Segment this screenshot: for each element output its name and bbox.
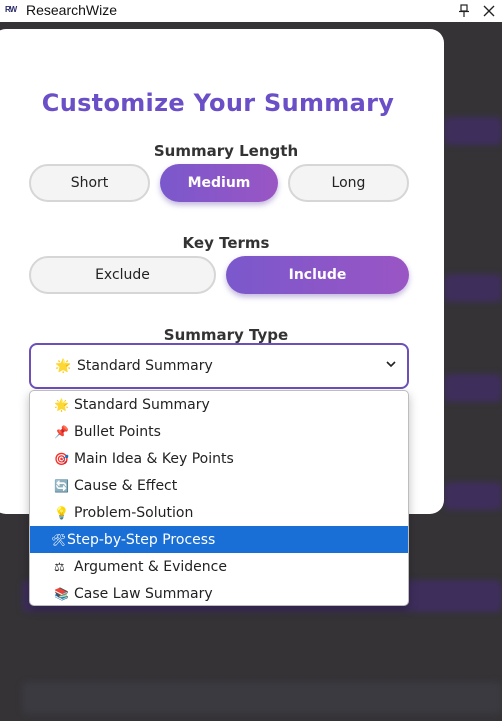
scales-icon: ⚖ <box>54 559 65 574</box>
cycle-icon: 🔄 <box>54 478 69 493</box>
close-icon <box>483 5 495 17</box>
summary-type-select[interactable]: 🌟 Standard Summary <box>29 343 409 389</box>
option-label: Step-by-Step Process <box>67 531 216 548</box>
option-label: Argument & Evidence <box>74 558 227 575</box>
app-logo-icon: RW <box>5 5 17 14</box>
key-terms-include-button[interactable]: Include <box>226 256 409 294</box>
option-argument-evidence[interactable]: ⚖ Argument & Evidence <box>30 553 408 580</box>
option-label: Case Law Summary <box>74 585 213 602</box>
length-medium-button[interactable]: Medium <box>160 164 278 202</box>
blurred-bar <box>22 682 502 714</box>
tools-icon: 🛠 <box>51 532 67 547</box>
star-icon: 🌟 <box>55 358 72 374</box>
option-label: Problem-Solution <box>74 504 194 521</box>
key-terms-exclude-button[interactable]: Exclude <box>29 256 216 294</box>
lightbulb-icon: 💡 <box>54 505 69 520</box>
key-terms-label: Key Terms <box>182 234 270 252</box>
modal-title: Customize Your Summary <box>41 89 395 117</box>
option-label: Bullet Points <box>74 423 161 440</box>
pin-button[interactable] <box>451 0 477 22</box>
option-label: Main Idea & Key Points <box>74 450 234 467</box>
option-main-idea[interactable]: 🎯 Main Idea & Key Points <box>30 445 408 472</box>
option-cause-effect[interactable]: 🔄 Cause & Effect <box>30 472 408 499</box>
summary-type-label: Summary Type <box>163 326 289 344</box>
length-short-button[interactable]: Short <box>29 164 150 202</box>
option-bullet-points[interactable]: 📌 Bullet Points <box>30 418 408 445</box>
option-problem-solution[interactable]: 💡 Problem-Solution <box>30 499 408 526</box>
blurred-bar <box>444 374 502 402</box>
close-button[interactable] <box>476 0 502 22</box>
blurred-bar <box>444 482 502 510</box>
option-step-by-step[interactable]: 🛠 Step-by-Step Process <box>30 526 408 553</box>
chevron-down-icon <box>386 361 396 368</box>
pushpin-icon: 📌 <box>54 424 69 439</box>
pin-icon <box>459 4 469 17</box>
books-icon: 📚 <box>54 586 69 601</box>
star-icon: 🌟 <box>54 397 69 412</box>
option-label: Cause & Effect <box>74 477 178 494</box>
summary-length-label: Summary Length <box>153 142 299 160</box>
option-case-law[interactable]: 📚 Case Law Summary <box>30 580 408 605</box>
blurred-bar <box>444 117 502 145</box>
summary-type-value: Standard Summary <box>77 358 213 374</box>
length-long-button[interactable]: Long <box>288 164 409 202</box>
app-title: ResearchWize <box>26 2 118 18</box>
summary-type-options: 🌟 Standard Summary 📌 Bullet Points 🎯 Mai… <box>29 390 409 606</box>
option-standard-summary[interactable]: 🌟 Standard Summary <box>30 391 408 418</box>
blurred-bar <box>444 274 502 302</box>
target-icon: 🎯 <box>54 451 69 466</box>
option-label: Standard Summary <box>74 396 210 413</box>
window-titlebar: RW ResearchWize <box>0 0 502 22</box>
